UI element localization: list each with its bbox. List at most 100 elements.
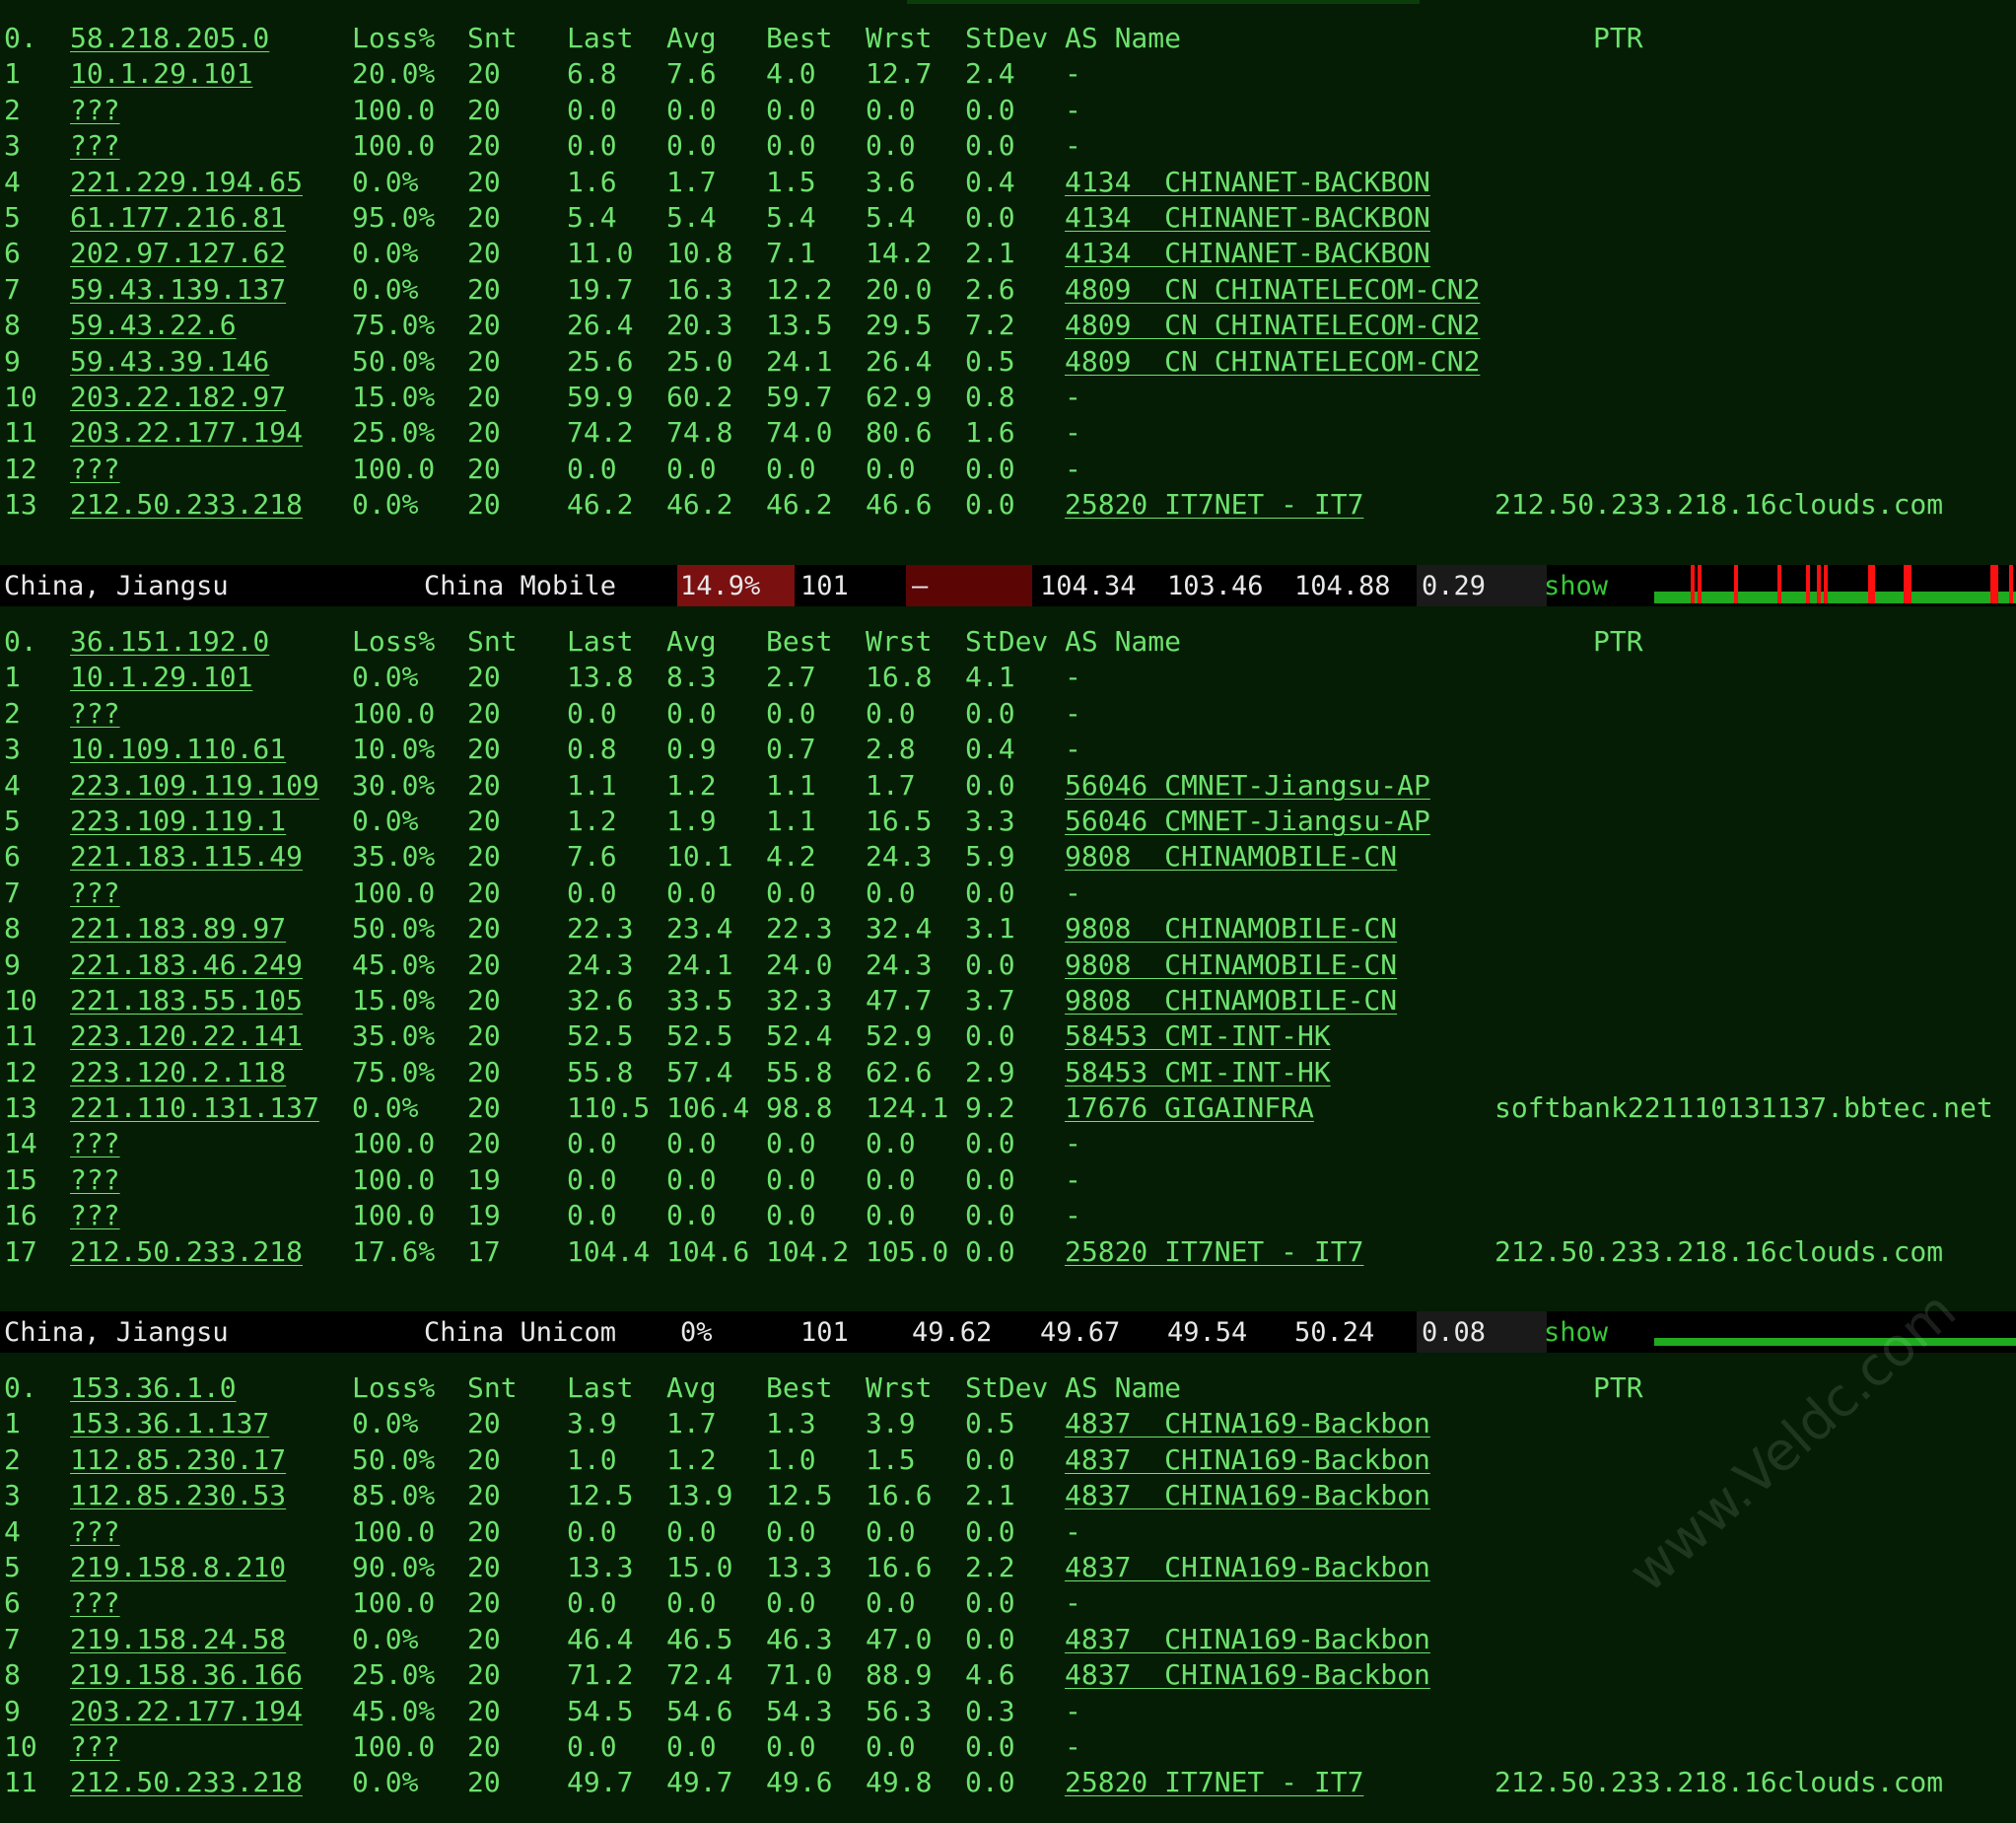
hop-ip-link[interactable]: ??? [70,1586,120,1619]
hop-as-link[interactable]: 58453 CMI-INT-HK [1065,1056,1331,1088]
column-header-stdev: StDev [965,1371,1049,1404]
hop-as-link[interactable]: 4837 CHINA169-Backbon [1065,1551,1430,1583]
hop-as: - [1065,452,1081,485]
hop-ip-link[interactable]: ??? [70,453,120,485]
hop-as-link[interactable]: 4134 CHINANET-BACKBON [1065,237,1430,269]
hop-snt: 20 [467,1091,501,1125]
hop-row: 1 10.1.29.101 0.0% 20 13.8 8.3 2.7 16.8 4.1 - [0,659,2016,694]
hop-as-link[interactable]: 4837 CHINA169-Backbon [1065,1623,1430,1655]
hop-ip-link[interactable]: 223.120.2.118 [70,1056,286,1088]
hop-best: 46.3 [766,1622,833,1655]
hop-ip-link[interactable]: 219.158.24.58 [70,1623,286,1655]
hop-ip-link[interactable]: 61.177.216.81 [70,201,286,234]
hop-ip-link[interactable]: 10.1.29.101 [70,57,252,90]
hop-ip-link[interactable]: 221.183.46.249 [70,948,303,981]
hop-ip-link[interactable]: 221.183.115.49 [70,840,303,873]
hop-as-link[interactable]: 4837 CHINA169-Backbon [1065,1443,1430,1476]
hop-as-link[interactable]: 4809 CN CHINATELECOM-CN2 [1065,345,1480,378]
hop-ip-link[interactable]: ??? [70,129,120,162]
hop-as-link[interactable]: 58453 CMI-INT-HK [1065,1019,1331,1052]
hop-as-link[interactable]: 17676 GIGAINFRA [1065,1091,1314,1124]
hop-last: 52.5 [567,1019,634,1053]
hop-ip-link[interactable]: ??? [70,1199,120,1231]
hop-stdev: 0.5 [965,1407,1015,1440]
hop-ip-link[interactable]: 212.50.233.218 [70,1235,303,1268]
destination-ip-link[interactable]: 36.151.192.0 [70,625,269,658]
hop-best: 54.3 [766,1694,833,1727]
hop-wrst: 16.8 [866,661,933,694]
hop-ip-link[interactable]: 221.229.194.65 [70,166,303,198]
hop-as-link[interactable]: 4837 CHINA169-Backbon [1065,1407,1430,1439]
hop-ip-link[interactable]: 203.22.182.97 [70,381,286,413]
hop-ip-link[interactable]: 223.120.22.141 [70,1019,303,1052]
hop-ip-link[interactable]: ??? [70,697,120,730]
hop-ip-link[interactable]: 59.43.139.137 [70,273,286,306]
hop-ip-link[interactable]: 221.183.89.97 [70,912,286,945]
hop-loss: 100.0 [352,1127,436,1160]
hop-ip-link[interactable]: 219.158.8.210 [70,1551,286,1583]
hop-as-link[interactable]: 25820 IT7NET - IT7 [1065,488,1363,521]
hop-ip-link[interactable]: 153.36.1.137 [70,1407,269,1439]
summary-row-china-unicom[interactable]: China, Jiangsu China Unicom 0% 101 49.62 49.6… [0,1311,2016,1353]
hop-snt: 20 [467,452,501,485]
hop-as-link[interactable]: 56046 CMNET-Jiangsu-AP [1065,769,1430,802]
trace-table-2: 0. 36.151.192.0 Loss% Snt Last Avg Best Wrst StD… [0,623,2016,1269]
hop-ip-link[interactable]: 203.22.177.194 [70,1695,303,1727]
hop-avg: 8.3 [666,661,717,694]
hop-ip-link[interactable]: 221.110.131.137 [70,1091,319,1124]
destination-ip-link[interactable]: 153.36.1.0 [70,1371,237,1404]
hop-ip-link[interactable]: 219.158.36.166 [70,1658,303,1691]
hop-ip-link[interactable]: 203.22.177.194 [70,416,303,449]
hop-ip-link[interactable]: ??? [70,1163,120,1196]
hop-ip-link[interactable]: ??? [70,1515,120,1548]
hop-wrst: 80.6 [866,416,933,450]
hop-as-link[interactable]: 56046 CMNET-Jiangsu-AP [1065,805,1430,837]
hop-as-link[interactable]: 4837 CHINA169-Backbon [1065,1479,1430,1511]
hop-snt: 17 [467,1234,501,1268]
hop-ip-link[interactable]: 212.50.233.218 [70,1766,303,1798]
summary-action[interactable]: show [1544,1317,1608,1348]
hop-as-link[interactable]: 4809 CN CHINATELECOM-CN2 [1065,273,1480,306]
hop-as-link[interactable]: 4134 CHINANET-BACKBON [1065,201,1430,234]
column-header-ptr: PTR [1593,22,1643,54]
hop-snt: 20 [467,1658,501,1692]
hop-avg: 10.1 [666,840,733,874]
hop-as-link[interactable]: 9808 CHINAMOBILE-CN [1065,984,1397,1017]
hop-ip-link[interactable]: 10.109.110.61 [70,733,286,765]
hop-avg: 46.2 [666,488,733,522]
hop-ip-link[interactable]: 59.43.22.6 [70,309,237,341]
hop-loss: 85.0% [352,1479,436,1512]
hop-as-link[interactable]: 9808 CHINAMOBILE-CN [1065,912,1397,945]
hop-as-link[interactable]: 25820 IT7NET - IT7 [1065,1235,1363,1268]
hop-as-link[interactable]: 9808 CHINAMOBILE-CN [1065,840,1397,873]
summary-avg: 49.67 [1040,1317,1121,1348]
hop-ip-link[interactable]: 202.97.127.62 [70,237,286,269]
hop-as-link[interactable]: 4134 CHINANET-BACKBON [1065,166,1430,198]
hop-as: - [1065,1729,1081,1763]
hop-ip-link[interactable]: 223.109.119.1 [70,805,286,837]
hop-ip-link[interactable]: ??? [70,876,120,909]
summary-row-china-mobile[interactable]: China, Jiangsu China Mobile 14.9% 101 – 104.3… [0,565,2016,606]
hop-as-link[interactable]: 4837 CHINA169-Backbon [1065,1658,1430,1691]
hop-ip-link[interactable]: 112.85.230.53 [70,1479,286,1511]
hop-last: 6.8 [567,57,617,91]
hop-ip-link[interactable]: ??? [70,1127,120,1159]
hop-hop: 6 [4,1586,21,1620]
hop-ip-link[interactable]: 212.50.233.218 [70,488,303,521]
hop-ip-link[interactable]: 112.85.230.17 [70,1443,286,1476]
hop-as-link[interactable]: 9808 CHINAMOBILE-CN [1065,948,1397,981]
hop-ip-link[interactable]: ??? [70,94,120,126]
hop-ip-link[interactable]: 221.183.55.105 [70,984,303,1017]
hop-ip-link[interactable]: 59.43.39.146 [70,345,269,378]
hop-ip-link[interactable]: 10.1.29.101 [70,661,252,693]
hop-ip-link[interactable]: ??? [70,1730,120,1763]
hop-as-link[interactable]: 25820 IT7NET - IT7 [1065,1766,1363,1798]
hop-as-link[interactable]: 4809 CN CHINATELECOM-CN2 [1065,309,1480,341]
summary-action[interactable]: show [1544,571,1608,601]
summary-best: 103.46 [1167,571,1264,601]
hop-hop: 9 [4,344,21,378]
hop-last: 0.0 [567,93,617,126]
summary-worst: 50.24 [1294,1317,1375,1348]
destination-ip-link[interactable]: 58.218.205.0 [70,22,269,54]
hop-ip-link[interactable]: 223.109.119.109 [70,769,319,802]
